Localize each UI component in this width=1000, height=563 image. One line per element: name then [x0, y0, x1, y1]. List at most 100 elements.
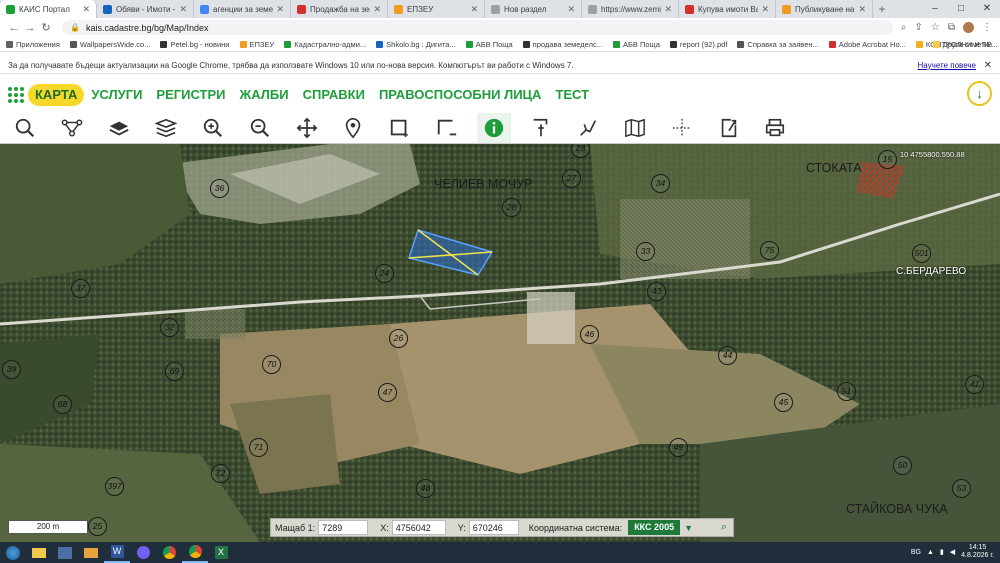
- word-icon[interactable]: W: [104, 542, 130, 563]
- parcel-label[interactable]: 71: [249, 438, 268, 457]
- excel-icon[interactable]: X: [208, 542, 234, 563]
- menu-icon[interactable]: ⋮: [982, 22, 992, 33]
- search-icon[interactable]: [8, 113, 42, 143]
- menu-item[interactable]: СПРАВКИ: [296, 84, 372, 106]
- apps-grid-icon[interactable]: [8, 86, 24, 103]
- parcel-label[interactable]: 72: [211, 464, 230, 483]
- download-arrow-icon[interactable]: ↓: [967, 81, 992, 106]
- parcel-label[interactable]: 70: [262, 355, 281, 374]
- viber-icon[interactable]: [130, 542, 156, 563]
- close-tab-icon[interactable]: ✕: [82, 4, 90, 15]
- menu-item[interactable]: ЖАЛБИ: [233, 84, 296, 106]
- bookmark-item[interactable]: Приложения: [6, 40, 60, 49]
- close-tab-icon[interactable]: ✕: [858, 4, 866, 15]
- coord-system-select[interactable]: ККС 2005: [628, 520, 681, 535]
- close-tab-icon[interactable]: ✕: [179, 4, 187, 15]
- parcel-label[interactable]: 46: [580, 325, 599, 344]
- zoom-in-icon[interactable]: [196, 113, 230, 143]
- clock[interactable]: 14:15 4.8.2026 г.: [961, 544, 994, 560]
- bookmark-item[interactable]: Shkolo.bg : Дигита...: [376, 40, 456, 49]
- parcel-label[interactable]: 45: [774, 393, 793, 412]
- browser-tab[interactable]: агенции за земеделс✕: [194, 0, 291, 18]
- bookmark-item[interactable]: АБВ Поща: [612, 40, 660, 49]
- parcel-label[interactable]: 47: [378, 383, 397, 402]
- parcel-label[interactable]: 26: [389, 329, 408, 348]
- chrome-active-icon[interactable]: [182, 542, 208, 563]
- search-page-icon[interactable]: ⌕: [901, 22, 907, 33]
- parcel-label[interactable]: 53: [952, 479, 971, 498]
- menu-item[interactable]: КАРТА: [28, 83, 85, 106]
- minimize-icon[interactable]: –: [922, 0, 948, 18]
- browser-tab[interactable]: Продажба на земеделс✕: [291, 0, 388, 18]
- parcel-label[interactable]: 25: [88, 517, 107, 536]
- network-icon[interactable]: ▮: [940, 548, 944, 556]
- bookmark-item[interactable]: report (92).pdf: [669, 40, 727, 49]
- zoom-out-icon[interactable]: [243, 113, 277, 143]
- parcel-label[interactable]: 75: [760, 241, 779, 260]
- folder-icon[interactable]: [78, 542, 104, 563]
- volume-icon[interactable]: ◀: [950, 548, 955, 556]
- reload-icon[interactable]: ↻: [38, 21, 54, 34]
- browser-tab[interactable]: ЕПЗЕУ ✕: [388, 0, 485, 18]
- menu-item[interactable]: РЕГИСТРИ: [149, 84, 232, 106]
- close-tab-icon[interactable]: ✕: [470, 4, 478, 15]
- browser-tab[interactable]: https://www.zemi.bg/✕: [582, 0, 679, 18]
- bookmark-item[interactable]: АБВ Поща: [465, 40, 513, 49]
- scale-field[interactable]: 7289: [318, 520, 369, 535]
- browser-tab[interactable]: Публикуване на нова✕: [776, 0, 873, 18]
- parcel-label[interactable]: 33: [636, 242, 655, 261]
- forward-icon[interactable]: →: [22, 22, 38, 34]
- parcel-label[interactable]: 43: [647, 282, 666, 301]
- share-icon[interactable]: ⇪: [915, 22, 923, 33]
- language-indicator[interactable]: BG: [911, 549, 921, 556]
- tray-arrow-icon[interactable]: ▲: [927, 549, 934, 556]
- url-field[interactable]: 🔒 kais.cadastre.bg/bg/Map/Index: [62, 20, 893, 35]
- media-icon[interactable]: [52, 542, 78, 563]
- star-icon[interactable]: ☆: [931, 22, 940, 33]
- bookmark-item[interactable]: ЕПЗЕУ: [239, 40, 274, 49]
- back-icon[interactable]: ←: [6, 22, 22, 34]
- parcel-label[interactable]: 27: [562, 169, 581, 188]
- close-tab-icon[interactable]: ✕: [373, 4, 381, 15]
- location-icon[interactable]: [336, 113, 370, 143]
- browser-tab[interactable]: Купува имоти Варна✕: [679, 0, 776, 18]
- start-icon[interactable]: [0, 542, 26, 563]
- parcel-label[interactable]: 501: [912, 244, 931, 263]
- parcel-label[interactable]: 15: [878, 150, 897, 169]
- parcel-label[interactable]: 44: [718, 346, 737, 365]
- parcel-label[interactable]: 48: [416, 479, 435, 498]
- parcel-label[interactable]: 36: [210, 179, 229, 198]
- crosshair-icon[interactable]: [665, 113, 699, 143]
- parcel-label[interactable]: 50: [893, 456, 912, 475]
- layers-icon[interactable]: [102, 113, 136, 143]
- browser-tab[interactable]: КАИС Портал ✕: [0, 0, 97, 18]
- select-rect-icon[interactable]: [383, 113, 417, 143]
- other-bookmarks[interactable]: Други отметки: [932, 40, 992, 49]
- select-remove-icon[interactable]: [430, 113, 464, 143]
- parcel-label[interactable]: 32: [160, 318, 179, 337]
- parcel-label[interactable]: 41: [965, 375, 984, 394]
- parcel-label[interactable]: 69: [165, 362, 184, 381]
- parcel-label[interactable]: 24: [375, 264, 394, 283]
- menu-item[interactable]: ПРАВОСПОСОБНИ ЛИЦА: [372, 84, 549, 106]
- extensions-icon[interactable]: ⧉: [948, 22, 955, 33]
- x-field[interactable]: 4756042: [391, 520, 446, 535]
- y-field[interactable]: 670246: [468, 520, 519, 535]
- parcel-label[interactable]: 51: [837, 382, 856, 401]
- book-icon[interactable]: [618, 113, 652, 143]
- print-icon[interactable]: [758, 113, 792, 143]
- bookmark-item[interactable]: Кадастрално-адми...: [284, 40, 366, 49]
- chevron-down-icon[interactable]: ▼: [684, 523, 693, 533]
- learn-more-link[interactable]: Научете повече: [918, 61, 976, 70]
- measure-icon[interactable]: [571, 113, 605, 143]
- menu-item[interactable]: ТЕСТ: [548, 84, 596, 106]
- maximize-icon[interactable]: □: [948, 0, 974, 18]
- route-icon[interactable]: [55, 113, 89, 143]
- close-tab-icon[interactable]: ✕: [664, 4, 672, 15]
- parcel-label[interactable]: 397: [105, 477, 124, 496]
- menu-item[interactable]: УСЛУГИ: [84, 84, 149, 106]
- chrome-icon[interactable]: [156, 542, 182, 563]
- bookmark-item[interactable]: Adobe Acrobat Ho...: [828, 40, 906, 49]
- close-tab-icon[interactable]: ✕: [567, 4, 575, 15]
- bookmark-item[interactable]: WallpapersWide.co...: [69, 40, 150, 49]
